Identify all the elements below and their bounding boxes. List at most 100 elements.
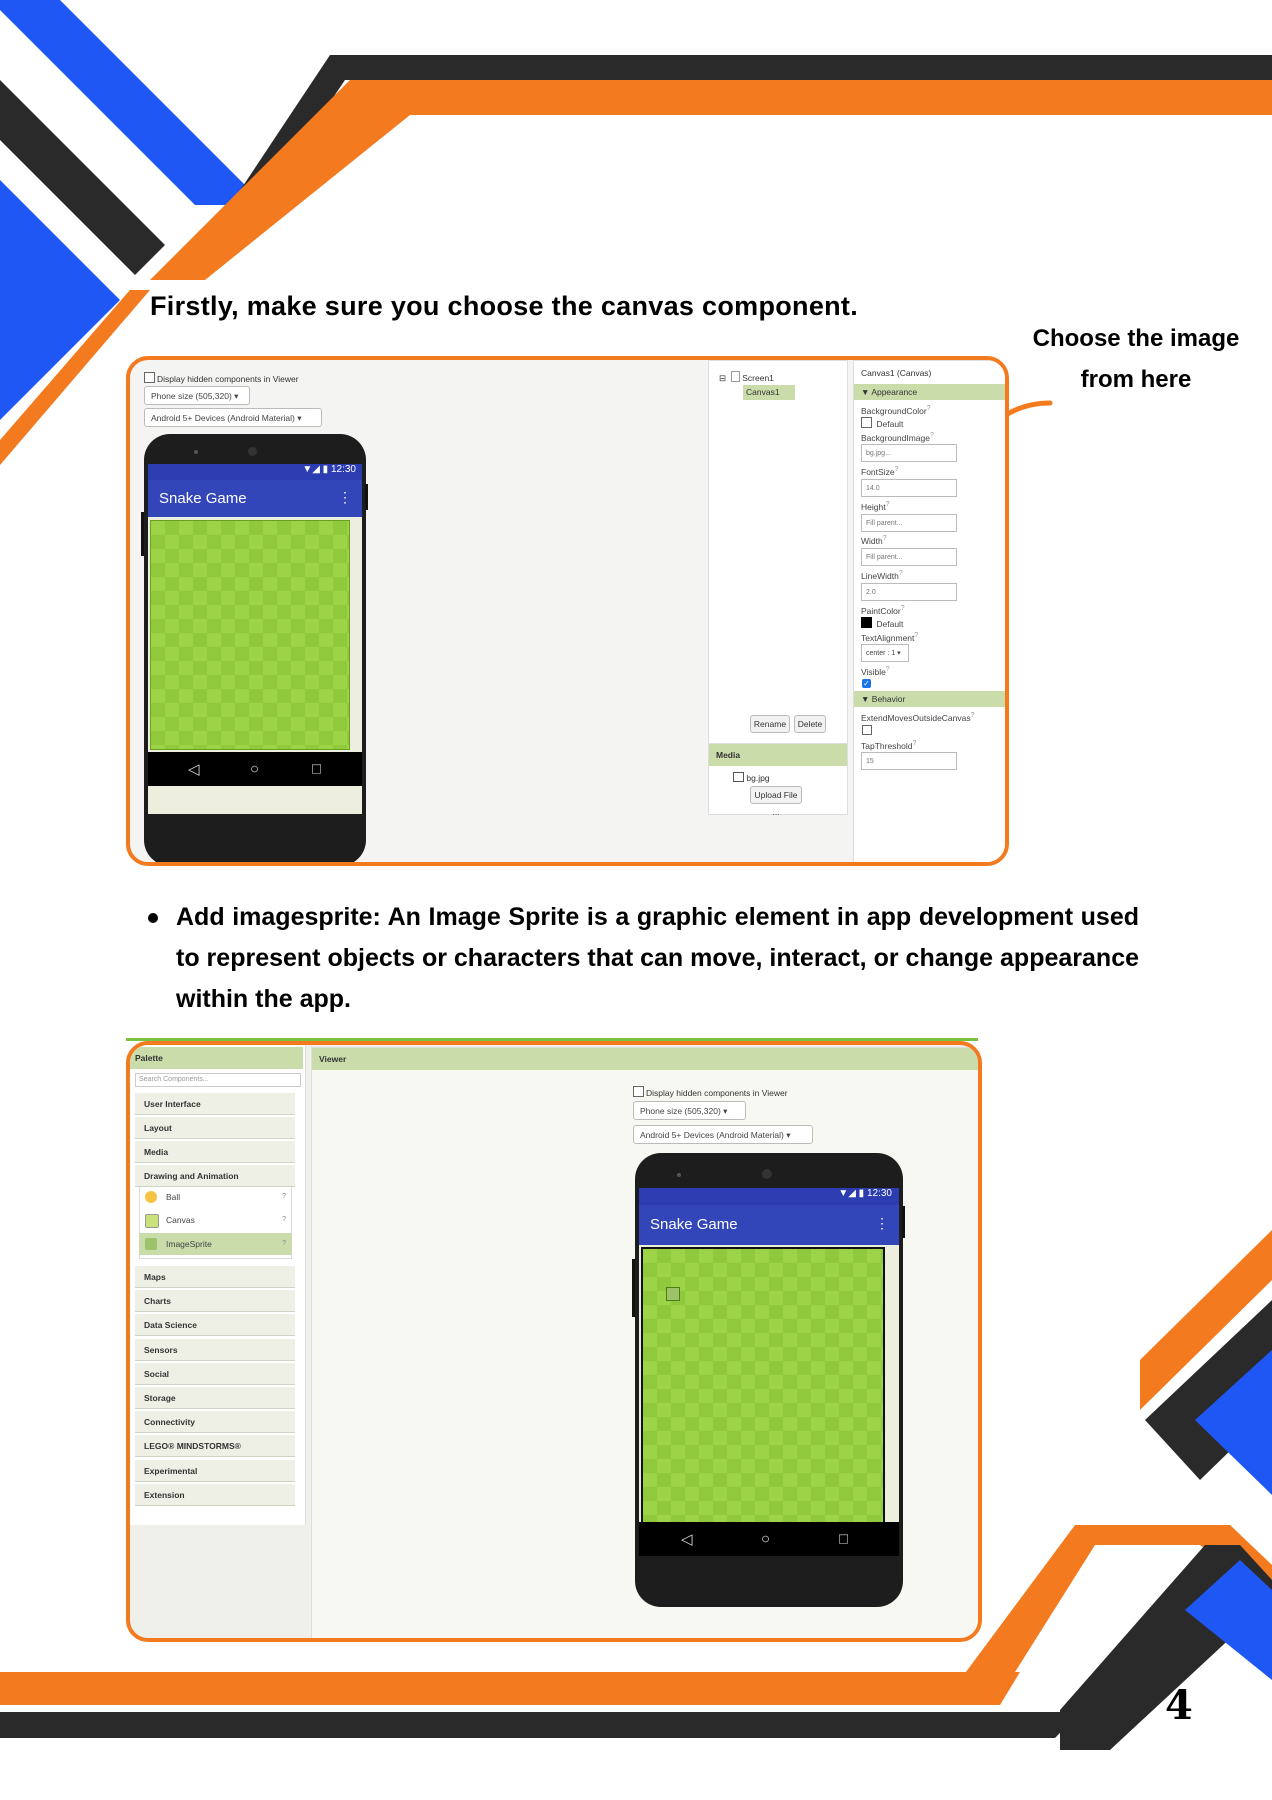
palette-category-user-interface[interactable]: User Interface	[135, 1093, 295, 1115]
palette-category-charts[interactable]: Charts	[135, 1290, 295, 1313]
palette-category-layout[interactable]: Layout	[135, 1117, 295, 1139]
callout-text: Choose the image from here	[1032, 325, 1240, 393]
appearance-header[interactable]: ▼ Appearance	[854, 384, 1005, 400]
palette-category-drawing-and-animation[interactable]: Drawing and Animation	[135, 1165, 295, 1187]
device-select[interactable]: Android 5+ Devices (Android Material) ▾	[144, 408, 322, 427]
palette-header: Palette	[130, 1047, 303, 1069]
tap-threshold-label: TapThreshold?	[861, 740, 917, 751]
more-vert-icon-2[interactable]: ⋮	[875, 1215, 889, 1232]
camera-icon	[248, 447, 257, 456]
display-hidden-checkbox-2[interactable]	[633, 1086, 644, 1097]
search-components-input[interactable]: Search Components...	[135, 1073, 301, 1087]
screenshot-imagesprite-palette: Palette Search Components... Ball? Canva…	[126, 1041, 982, 1642]
bgimage-label: BackgroundImage?	[861, 432, 934, 443]
phone-size-select[interactable]: Phone size (505,320) ▾	[144, 386, 250, 405]
tap-threshold-input[interactable]: 15	[861, 752, 957, 770]
nav-bar: ◁ ○ □	[148, 752, 362, 786]
properties-panel: Canvas1 (Canvas) ▼ Appearance Background…	[853, 360, 1005, 862]
phone-screen-2: ▼◢ ▮ 12:30 Snake Game ⋮ ◁ ○ □	[639, 1188, 899, 1556]
bgcolor-label: BackgroundColor?	[861, 405, 931, 416]
imagesprite-placeholder-icon[interactable]	[666, 1287, 680, 1301]
palette-category-maps[interactable]: Maps	[135, 1266, 295, 1288]
extend-moves-checkbox[interactable]	[862, 725, 872, 735]
palette-category-extension[interactable]: Extension	[135, 1483, 295, 1506]
fontsize-label: FontSize?	[861, 466, 899, 477]
height-label: Height?	[861, 501, 890, 512]
canvas1-node[interactable]: Canvas1	[743, 385, 795, 400]
back-icon-2[interactable]: ◁	[681, 1530, 693, 1548]
canvas-area-2[interactable]	[641, 1247, 885, 1527]
display-hidden-checkbox-row[interactable]: Display hidden components in Viewer	[144, 372, 299, 384]
screen1-node[interactable]: ⊟ Screen1	[719, 371, 774, 384]
components-panel: ⊟ Screen1 Canvas1 Rename Delete	[708, 360, 848, 755]
display-hidden-checkbox-row-2[interactable]: Display hidden components in Viewer	[633, 1086, 788, 1098]
page-number: 4	[1165, 1682, 1193, 1729]
paintcolor-value[interactable]: Default	[861, 617, 903, 629]
app-bar-2: Snake Game ⋮	[639, 1205, 899, 1245]
visible-checkbox[interactable]: ✓	[862, 679, 871, 688]
image-file-icon	[733, 772, 744, 782]
app-bar: Snake Game ⋮	[148, 480, 362, 517]
recent-apps-icon[interactable]: □	[312, 761, 321, 778]
rename-button[interactable]: Rename	[750, 715, 790, 733]
bottom-dark-band	[0, 1712, 1080, 1738]
palette-category-data-science[interactable]: Data Science	[135, 1314, 295, 1337]
upload-file-button[interactable]: Upload File ...	[750, 786, 802, 817]
device-select-2[interactable]: Android 5+ Devices (Android Material) ▾	[633, 1125, 813, 1144]
ball-icon	[145, 1191, 157, 1203]
phone-frame-2: ▼◢ ▮ 12:30 Snake Game ⋮ ◁ ○ □	[632, 1153, 905, 1607]
visible-label: Visible?	[861, 666, 890, 677]
media-header: Media	[709, 744, 847, 766]
display-hidden-label-2: Display hidden components in Viewer	[646, 1088, 788, 1098]
extend-moves-label: ExtendMovesOutsideCanvas?	[861, 712, 975, 723]
paintcolor-label: PaintColor?	[861, 605, 905, 616]
media-panel: Media bg.jpg Upload File ...	[708, 743, 848, 817]
screenshot-canvas-designer: Display hidden components in Viewer Phon…	[126, 356, 1009, 866]
app-title-2: Snake Game	[650, 1216, 738, 1233]
recent-apps-icon-2[interactable]: □	[839, 1531, 848, 1548]
color-swatch-white	[861, 417, 872, 428]
palette-category-experimental[interactable]: Experimental	[135, 1459, 295, 1482]
status-time: 12:30	[330, 464, 356, 475]
palette-category-connectivity[interactable]: Connectivity	[135, 1411, 295, 1434]
home-icon[interactable]: ○	[250, 761, 259, 778]
palette-category-storage[interactable]: Storage	[135, 1387, 295, 1409]
palette-category-media[interactable]: Media	[135, 1141, 295, 1163]
palette-category-social[interactable]: Social	[135, 1362, 295, 1385]
bottom-orange-band	[0, 1672, 1020, 1705]
palette-item-imagesprite[interactable]: ImageSprite?	[139, 1233, 292, 1255]
palette-category-sensors[interactable]: Sensors	[135, 1338, 295, 1361]
delete-button[interactable]: Delete	[794, 715, 826, 733]
textalign-label: TextAlignment?	[861, 632, 919, 643]
palette-category-lego-mindstorms[interactable]: LEGO® MINDSTORMS®	[135, 1435, 295, 1458]
palette-item-ball[interactable]: Ball?	[139, 1186, 292, 1208]
color-swatch-black	[861, 617, 872, 628]
more-vert-icon[interactable]: ⋮	[338, 489, 352, 506]
bgcolor-value[interactable]: Default	[861, 417, 903, 429]
width-label: Width?	[861, 535, 887, 546]
canvas-area[interactable]	[150, 520, 350, 750]
home-icon-2[interactable]: ○	[761, 1531, 770, 1548]
back-icon[interactable]: ◁	[188, 760, 200, 778]
camera-icon-2	[762, 1169, 772, 1179]
palette-item-canvas[interactable]: Canvas?	[139, 1209, 292, 1231]
phone-size-select-2[interactable]: Phone size (505,320) ▾	[633, 1101, 746, 1120]
properties-title: Canvas1 (Canvas)	[861, 368, 932, 378]
media-file[interactable]: bg.jpg	[733, 772, 770, 783]
phone-screen: ▼◢ ▮ 12:30 Snake Game ⋮ ◁ ○ □	[148, 464, 362, 814]
bullet-dot	[148, 913, 158, 923]
page-heading: Firstly, make sure you choose the canvas…	[150, 291, 859, 321]
linewidth-label: LineWidth?	[861, 570, 903, 581]
height-input[interactable]: Fill parent...	[861, 514, 957, 532]
fontsize-input[interactable]: 14.0	[861, 479, 957, 497]
textalign-select[interactable]: center : 1 ▾	[861, 644, 909, 662]
bgimage-input[interactable]: bg.jpg...	[861, 444, 957, 462]
bullet-lead: Add imagesprite:	[176, 903, 381, 931]
linewidth-input[interactable]: 2.0	[861, 583, 957, 601]
width-input[interactable]: Fill parent...	[861, 548, 957, 566]
behavior-header[interactable]: ▼ Behavior	[854, 691, 1005, 707]
phone-frame: ▼◢ ▮ 12:30 Snake Game ⋮ ◁ ○ □	[141, 434, 368, 862]
status-time-2: 12:30	[866, 1188, 892, 1199]
status-bar-2: ▼◢ ▮ 12:30	[639, 1188, 899, 1205]
display-hidden-checkbox[interactable]	[144, 372, 155, 383]
